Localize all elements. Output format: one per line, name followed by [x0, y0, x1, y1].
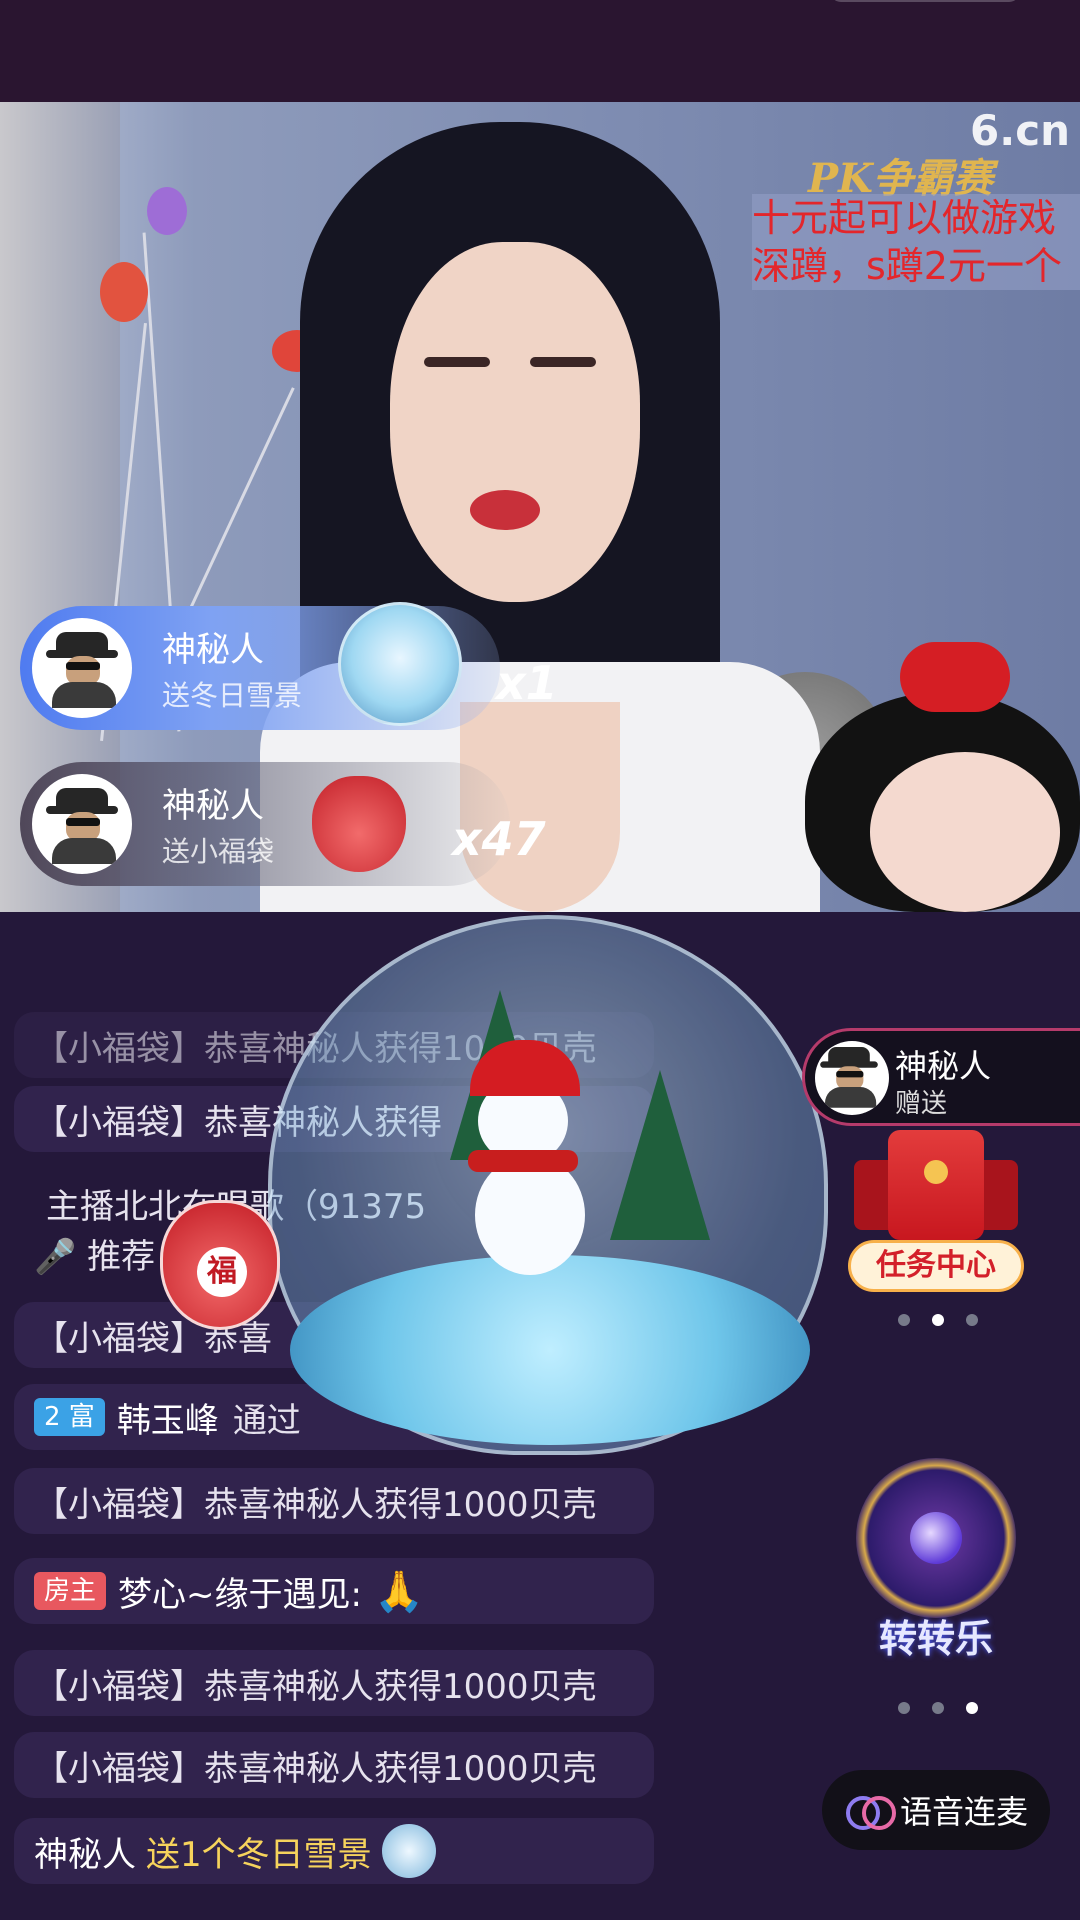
mystery-user-icon: [46, 788, 118, 864]
wealth-badge: 2 富: [34, 1398, 105, 1436]
snow-globe-base: [290, 1255, 810, 1445]
gift-notification: 神秘人 送冬日雪景 x1: [20, 602, 558, 730]
avatar[interactable]: [32, 618, 132, 718]
plush-toy-face: [870, 752, 1060, 912]
gift-notice-action: 赠送: [895, 1089, 948, 1119]
mystery-user-icon: [820, 1047, 878, 1108]
gift-count: x1: [496, 656, 558, 710]
gift-sender-name: 神秘人: [162, 786, 264, 826]
chat-username[interactable]: 韩玉峰: [117, 1393, 219, 1442]
mic-icon: 🎤: [34, 1237, 88, 1277]
carousel-dots: [898, 1702, 978, 1716]
gift-notice-banner: 神秘人 赠送: [802, 1028, 1080, 1126]
task-center-button[interactable]: 任务中心: [848, 1130, 1024, 1292]
chat-message: 【小福袋】恭喜神秘人获得1000贝壳: [14, 1650, 654, 1716]
carousel-dots: [898, 1314, 978, 1328]
carousel-dot[interactable]: [932, 1702, 944, 1714]
lucky-bag-gift-icon: [312, 776, 406, 872]
avatar[interactable]: [32, 774, 132, 874]
notice-line: 十元起可以做游戏: [752, 196, 1057, 240]
snow-globe-icon: [381, 1824, 436, 1878]
chat-message: 房主 梦心~缘于遇见: 🙏: [14, 1558, 654, 1624]
chat-text: 【小福袋】恭喜神秘人获得1000贝壳: [34, 1484, 597, 1525]
carousel-dot[interactable]: [966, 1702, 978, 1714]
streamer-face: [390, 242, 640, 602]
chat-message: 【小福袋】恭喜神秘人获得1000贝壳: [14, 1468, 654, 1534]
top-pill: [830, 0, 1020, 2]
lucky-bag-char: 福: [197, 1247, 247, 1297]
streamer-eye: [424, 357, 490, 367]
stream-notice: 十元起可以做游戏 深蹲，s蹲2元一个: [752, 194, 1080, 290]
gift-action: 送小福袋: [162, 835, 275, 868]
chat-text: 通过: [232, 1400, 301, 1441]
task-center-label: 任务中心: [848, 1240, 1024, 1292]
chat-message: 神秘人 送1个冬日雪景: [14, 1818, 654, 1884]
balloon: [147, 187, 187, 235]
voice-connect-label: 语音连麦: [900, 1793, 1029, 1831]
system-text: 推荐: [87, 1237, 156, 1277]
avatar[interactable]: [815, 1041, 889, 1115]
chat-text: 【小福袋】恭喜神秘人获得1000贝壳: [34, 1748, 597, 1789]
lucky-bag-icon: 福: [160, 1200, 280, 1330]
plush-toy-bow: [900, 642, 1010, 712]
snowman-icon: [475, 1155, 585, 1275]
carousel-dot[interactable]: [898, 1702, 910, 1714]
red-envelope-icon: [888, 1130, 984, 1240]
scarf: [468, 1150, 578, 1172]
snow-globe-gift-icon: [338, 602, 462, 726]
chat-text: 送1个冬日雪景: [146, 1834, 372, 1875]
chat-username[interactable]: 神秘人: [34, 1827, 136, 1876]
chat-text: 【小福袋】恭喜神秘人获得1000贝壳: [34, 1666, 597, 1707]
gift-notification: 神秘人 送小福袋 x47: [20, 762, 546, 886]
chat-message: 【小福袋】恭喜神秘人获得1000贝壳: [14, 1732, 654, 1798]
voice-connect-button[interactable]: 语音连麦: [822, 1770, 1050, 1850]
carousel-dot[interactable]: [898, 1314, 910, 1326]
zhuanzhuanle-label: 转转乐: [878, 1616, 993, 1661]
carousel-dot[interactable]: [966, 1314, 978, 1326]
balloon: [100, 262, 148, 322]
link-icon: [846, 1794, 896, 1830]
crystal-ball-icon: [910, 1512, 962, 1564]
gift-sender-name: 神秘人: [162, 630, 264, 670]
gift-count: x47: [452, 812, 546, 866]
gift-notice-user: 神秘人: [895, 1047, 992, 1085]
zhuanzhuanle-button[interactable]: 转转乐: [846, 1448, 1026, 1661]
carousel-dot[interactable]: [932, 1314, 944, 1326]
chat-username[interactable]: 梦心~缘于遇见:: [118, 1567, 362, 1616]
gift-action: 送冬日雪景: [162, 679, 303, 712]
top-bar: [0, 0, 1080, 102]
mystery-user-icon: [46, 632, 118, 708]
emoji-icon: 🙏: [373, 1568, 424, 1615]
streamer-eye: [530, 357, 596, 367]
notice-line: 深蹲，s蹲2元一个: [752, 244, 1062, 288]
streamer-lips: [470, 490, 540, 530]
tree-icon: [610, 1070, 710, 1240]
host-badge: 房主: [34, 1572, 107, 1610]
